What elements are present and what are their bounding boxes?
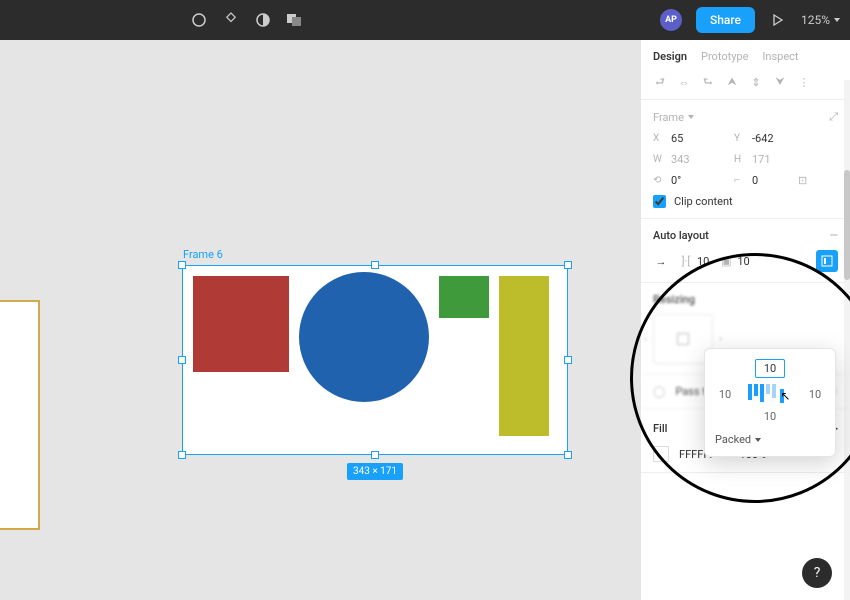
olive-rectangle-shape[interactable] <box>499 276 549 436</box>
padding-field[interactable]: ▣10 <box>719 254 749 268</box>
direction-horizontal-icon[interactable]: → <box>653 253 669 269</box>
padding-bottom-value[interactable]: 10 <box>715 410 825 423</box>
other-frame[interactable] <box>0 300 40 530</box>
properties-panel: Design Prototype Inspect ⮐ ⇔ ⮑ ⮝ ⇕ ⮟ ⋮ F… <box>640 40 850 600</box>
frame-section: Frame ⤢ X65 Y-642 W343 H171 ⟲0° ⌐0⊡ Clip… <box>641 100 850 219</box>
avatar[interactable]: AP <box>660 9 682 31</box>
align-right-icon[interactable]: ⮑ <box>701 75 715 89</box>
padding-icon: ▣ <box>719 254 733 268</box>
tab-inspect[interactable]: Inspect <box>762 50 798 63</box>
autolayout-title: Auto layout <box>653 229 709 242</box>
boolean-icon[interactable] <box>286 11 304 29</box>
blue-circle-shape[interactable] <box>299 272 429 402</box>
chevron-down-icon <box>755 438 761 442</box>
alignment-row: ⮐ ⇔ ⮑ ⮝ ⇕ ⮟ ⋮ <box>641 69 850 100</box>
fill-title: Fill <box>653 422 667 435</box>
share-button[interactable]: Share <box>696 7 755 33</box>
resize-handle[interactable] <box>564 451 572 459</box>
tab-prototype[interactable]: Prototype <box>701 50 748 63</box>
resize-handle[interactable] <box>178 356 186 364</box>
gap-icon: ]·[ <box>679 254 693 268</box>
blend-mode-icon[interactable]: ◯ <box>653 385 665 398</box>
distribute-icon[interactable]: ⋮ <box>797 75 811 89</box>
padding-popover: 10 ↖ 10 10 Packed <box>704 348 836 457</box>
x-field[interactable]: X65 <box>653 132 726 145</box>
spacing-mode[interactable]: Packed <box>715 433 825 446</box>
resize-handle[interactable] <box>178 451 186 459</box>
fill-swatch[interactable] <box>653 446 669 462</box>
remove-autolayout-icon[interactable]: — <box>830 229 838 242</box>
frame-title[interactable]: Frame <box>653 111 694 124</box>
play-icon[interactable] <box>769 11 787 29</box>
zoom-control[interactable]: 125% <box>801 13 840 27</box>
padding-top-input[interactable] <box>755 359 785 378</box>
resize-to-fit-icon[interactable]: ⤢ <box>829 110 838 124</box>
green-square-shape[interactable] <box>439 276 489 318</box>
h-field[interactable]: H171 <box>734 153 838 166</box>
padding-right-value[interactable]: 10 <box>805 388 825 401</box>
resize-handle[interactable] <box>564 261 572 269</box>
scrollbar-thumb[interactable] <box>844 170 850 280</box>
resize-handle[interactable] <box>178 261 186 269</box>
red-square-shape[interactable] <box>193 276 289 372</box>
y-field[interactable]: Y-642 <box>734 132 838 145</box>
align-bottom-icon[interactable]: ⮟ <box>773 75 787 89</box>
alignment-padding-button[interactable] <box>816 250 838 272</box>
clip-content-checkbox[interactable] <box>653 195 666 208</box>
resize-handle[interactable] <box>371 261 379 269</box>
chevron-down-icon <box>834 18 840 22</box>
padding-left-value[interactable]: 10 <box>715 388 735 401</box>
tab-design[interactable]: Design <box>653 50 687 63</box>
comment-icon[interactable] <box>190 11 208 29</box>
zoom-value: 125% <box>801 13 830 27</box>
component-icon[interactable] <box>222 11 240 29</box>
help-button[interactable]: ? <box>802 558 832 588</box>
chevron-down-icon <box>688 115 694 119</box>
clip-content-label: Clip content <box>674 195 733 208</box>
resize-handle[interactable] <box>564 356 572 364</box>
topbar: AP Share 125% <box>0 0 850 40</box>
align-hcenter-icon[interactable]: ⇔ <box>677 75 691 89</box>
cursor-icon: ↖ <box>780 389 784 403</box>
autolayout-section: Auto layout — → ]·[10 ▣10 <box>641 219 850 283</box>
alignment-preview[interactable]: ↖ <box>746 384 794 404</box>
corner-field[interactable]: ⌐0⊡ <box>734 174 838 187</box>
independent-corners-icon[interactable]: ⊡ <box>798 174 838 187</box>
align-vcenter-icon[interactable]: ⇕ <box>749 75 763 89</box>
frame-label: Frame 6 <box>183 248 223 261</box>
align-left-icon[interactable]: ⮐ <box>653 75 667 89</box>
canvas[interactable]: Frame 6 343 × 171 <box>0 40 640 600</box>
gap-field[interactable]: ]·[10 <box>679 254 709 268</box>
resize-handle[interactable] <box>371 451 379 459</box>
mask-icon[interactable] <box>254 11 272 29</box>
w-field[interactable]: W343 <box>653 153 726 166</box>
selected-frame[interactable]: Frame 6 343 × 171 <box>182 265 568 455</box>
resizing-title: Resizing <box>653 293 695 306</box>
rotation-field[interactable]: ⟲0° <box>653 174 726 187</box>
size-badge: 343 × 171 <box>347 463 403 480</box>
align-top-icon[interactable]: ⮝ <box>725 75 739 89</box>
